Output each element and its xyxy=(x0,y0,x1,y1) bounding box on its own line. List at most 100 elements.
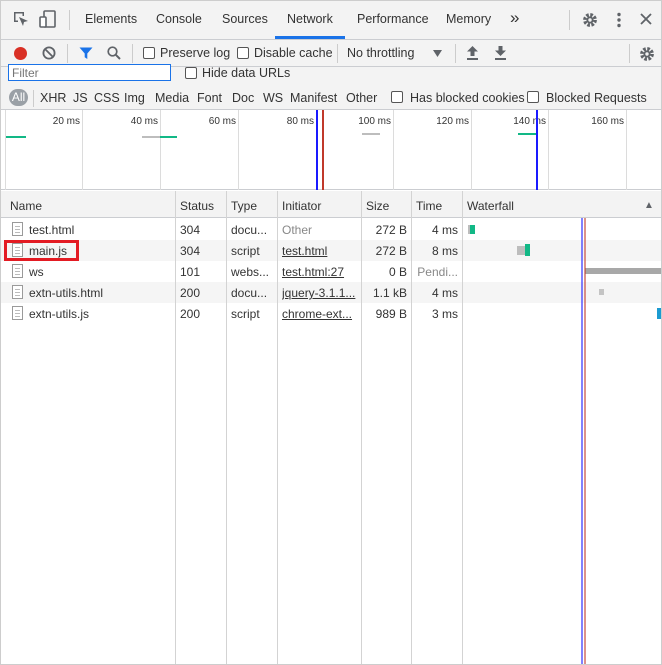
preserve-log-checkbox[interactable] xyxy=(143,47,155,59)
request-time: Pendi... xyxy=(417,265,458,279)
request-type: script xyxy=(231,244,260,258)
table-row[interactable]: ws 101 webs... test.html:27 0 B Pendi... xyxy=(1,261,661,282)
clear-icon[interactable] xyxy=(42,46,56,60)
annotation-highlight-box xyxy=(4,240,79,261)
tab-performance[interactable]: Performance xyxy=(357,12,429,26)
type-filter-img[interactable]: Img xyxy=(124,91,145,105)
type-filter-manifest[interactable]: Manifest xyxy=(290,91,337,105)
document-file-icon xyxy=(12,285,23,299)
column-divider[interactable] xyxy=(175,191,176,664)
device-toolbar-icon[interactable] xyxy=(39,10,57,28)
search-icon[interactable] xyxy=(107,46,121,60)
request-initiator-link[interactable]: test.html:27 xyxy=(282,265,360,279)
disable-cache-checkbox[interactable] xyxy=(237,47,249,59)
tab-console[interactable]: Console xyxy=(156,12,202,26)
more-tabs-button[interactable]: » xyxy=(510,8,519,28)
type-filter-js[interactable]: JS xyxy=(73,91,88,105)
table-row[interactable]: extn-utils.html 200 docu... jquery-3.1.1… xyxy=(1,282,661,303)
table-row[interactable]: extn-utils.js 200 script chrome-ext... 9… xyxy=(1,303,661,324)
column-divider[interactable] xyxy=(411,191,412,664)
filter-input[interactable] xyxy=(8,64,171,81)
request-name: ws xyxy=(29,265,44,279)
blocked-requests-label: Blocked Requests xyxy=(546,91,647,105)
type-filter-media[interactable]: Media xyxy=(155,91,189,105)
type-filter-other[interactable]: Other xyxy=(346,91,377,105)
request-initiator-link[interactable]: jquery-3.1.1... xyxy=(282,286,360,300)
tab-memory[interactable]: Memory xyxy=(446,12,491,26)
network-overview-timeline[interactable]: 20 ms 40 ms 60 ms 80 ms 100 ms 120 ms 14… xyxy=(1,110,661,190)
websocket-file-icon xyxy=(12,264,23,278)
close-devtools-icon[interactable] xyxy=(640,13,652,25)
type-filter-doc[interactable]: Doc xyxy=(232,91,254,105)
overview-grid-line xyxy=(393,110,394,190)
request-name: extn-utils.js xyxy=(29,307,90,321)
column-header-waterfall[interactable]: Waterfall xyxy=(467,199,514,213)
column-header-name[interactable]: Name xyxy=(10,199,42,213)
column-header-status[interactable]: Status xyxy=(180,199,214,213)
column-divider[interactable] xyxy=(226,191,227,664)
type-filter-all[interactable]: All xyxy=(9,89,28,106)
tab-elements[interactable]: Elements xyxy=(85,12,137,26)
inspect-element-icon[interactable] xyxy=(13,11,29,28)
export-har-download-icon[interactable] xyxy=(495,46,506,60)
overview-tick-label: 20 ms xyxy=(52,116,80,127)
dom-content-loaded-marker xyxy=(316,110,318,190)
throttling-select[interactable]: No throttling xyxy=(347,46,414,60)
has-blocked-cookies-checkbox[interactable] xyxy=(391,91,403,103)
record-icon[interactable] xyxy=(14,47,27,60)
column-divider[interactable] xyxy=(462,191,463,664)
toolbar-divider xyxy=(132,44,133,63)
load-event-marker xyxy=(584,218,586,664)
waterfall-bar xyxy=(470,225,475,234)
dom-content-loaded-marker xyxy=(581,218,583,664)
throttling-dropdown-icon[interactable] xyxy=(433,50,442,57)
overview-grid-line xyxy=(626,110,627,190)
toolbar-divider xyxy=(69,10,70,30)
filter-funnel-icon[interactable] xyxy=(79,47,93,60)
waterfall-bar xyxy=(525,244,530,256)
request-status: 200 xyxy=(180,286,201,300)
request-time: 3 ms xyxy=(431,307,458,321)
overview-request-bar xyxy=(160,136,177,138)
document-file-icon xyxy=(12,222,23,236)
hide-data-urls-checkbox[interactable] xyxy=(185,67,197,79)
table-row[interactable]: main.js 304 script test.html 272 B 8 ms xyxy=(1,240,661,261)
network-settings-gear-icon[interactable] xyxy=(639,46,655,62)
toolbar-divider xyxy=(629,44,630,63)
type-filter-xhr[interactable]: XHR xyxy=(40,91,66,105)
column-header-initiator[interactable]: Initiator xyxy=(282,199,321,213)
toolbar-divider xyxy=(337,44,338,63)
toolbar-divider xyxy=(569,10,570,30)
request-status: 304 xyxy=(180,223,201,237)
column-header-time[interactable]: Time xyxy=(416,199,442,213)
waterfall-bar xyxy=(517,246,525,255)
sort-ascending-icon[interactable]: ▲ xyxy=(644,200,654,211)
tab-network[interactable]: Network xyxy=(287,12,333,26)
column-divider[interactable] xyxy=(277,191,278,664)
import-har-upload-icon[interactable] xyxy=(467,46,478,60)
tab-sources[interactable]: Sources xyxy=(222,12,268,26)
load-event-marker xyxy=(322,110,324,190)
request-type: docu... xyxy=(231,286,268,300)
request-type: script xyxy=(231,307,260,321)
overview-grid-line xyxy=(238,110,239,190)
blocked-requests-checkbox[interactable] xyxy=(527,91,539,103)
request-initiator-link[interactable]: test.html xyxy=(282,244,360,258)
type-filter-font[interactable]: Font xyxy=(197,91,222,105)
request-initiator-link[interactable]: chrome-ext... xyxy=(282,307,360,321)
waterfall-bar xyxy=(585,268,661,274)
column-divider[interactable] xyxy=(361,191,362,664)
request-size: 989 B xyxy=(375,307,407,321)
settings-gear-icon[interactable] xyxy=(582,12,598,28)
overview-tick-label: 100 ms xyxy=(358,116,391,127)
column-header-size[interactable]: Size xyxy=(366,199,389,213)
hide-data-urls-label: Hide data URLs xyxy=(202,66,291,80)
type-filter-ws[interactable]: WS xyxy=(263,91,283,105)
network-toolbar: Preserve log Disable cache No throttling xyxy=(1,40,661,67)
table-row[interactable]: test.html 304 docu... Other 272 B 4 ms xyxy=(1,219,661,240)
overview-tick-label: 60 ms xyxy=(208,116,236,127)
column-header-type[interactable]: Type xyxy=(231,199,257,213)
more-options-kebab-icon[interactable] xyxy=(617,12,621,28)
type-filter-css[interactable]: CSS xyxy=(94,91,120,105)
overview-tick-label: 120 ms xyxy=(436,116,469,127)
